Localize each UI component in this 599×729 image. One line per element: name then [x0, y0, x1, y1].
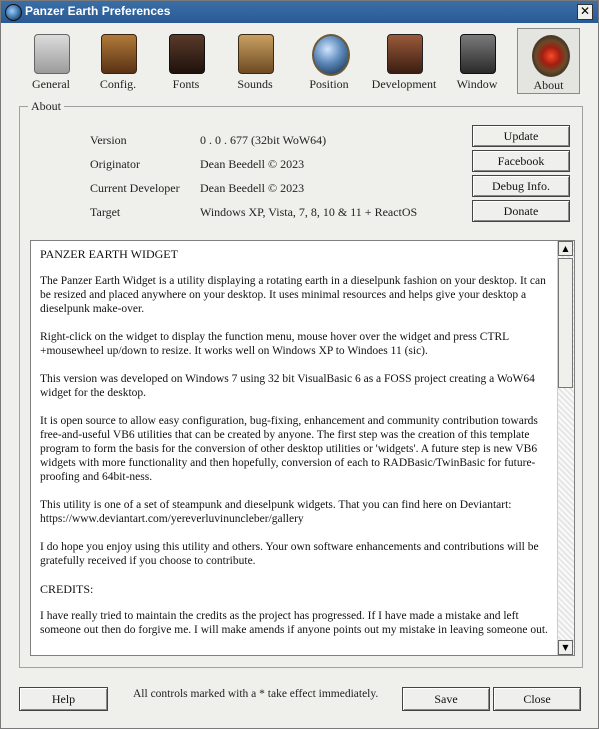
facebook-button[interactable]: Facebook — [472, 150, 570, 172]
scroll-down-button[interactable]: ▼ — [558, 640, 573, 655]
about-paragraph-5: This utility is one of a set of steampun… — [40, 499, 512, 525]
about-paragraph-1: The Panzer Earth Widget is a utility dis… — [40, 275, 546, 315]
tab-about[interactable]: About — [517, 28, 580, 94]
tab-about-label: About — [533, 78, 564, 92]
globe-icon — [5, 4, 22, 21]
donate-button[interactable]: Donate — [472, 200, 570, 222]
update-button[interactable]: Update — [472, 125, 570, 147]
tab-development[interactable]: Development — [369, 28, 439, 94]
about-group: About Version 0 . 0 . 677 (32bit WoW64) … — [19, 99, 583, 668]
scroll-thumb[interactable] — [558, 258, 573, 388]
tab-sounds-label: Sounds — [237, 77, 273, 91]
tab-position-label: Position — [309, 77, 349, 91]
window-title: Panzer Earth Preferences — [25, 4, 171, 18]
sounds-icon — [238, 34, 274, 74]
about-group-label: About — [28, 99, 64, 114]
current-developer-label: Current Developer — [90, 181, 180, 195]
tab-window[interactable]: Window — [445, 28, 509, 94]
tab-development-label: Development — [371, 77, 437, 91]
target-label: Target — [90, 205, 121, 219]
save-button[interactable]: Save — [402, 687, 490, 711]
config-icon — [101, 34, 137, 74]
about-text-content: PANZER EARTH WIDGET The Panzer Earth Wid… — [40, 247, 550, 651]
tab-fonts-label: Fonts — [172, 77, 200, 91]
window-icon — [460, 34, 496, 74]
tab-sounds[interactable]: Sounds — [221, 28, 289, 94]
tab-position[interactable]: Position — [293, 28, 365, 94]
tab-config[interactable]: Config. — [85, 28, 151, 94]
about-paragraph-6: I do hope you enjoy using this utility a… — [40, 541, 539, 567]
version-label: Version — [90, 133, 127, 147]
originator-label: Originator — [90, 157, 140, 171]
window-close-button[interactable]: ✕ — [577, 4, 593, 20]
close-button[interactable]: Close — [493, 687, 581, 711]
originator-value: Dean Beedell © 2023 — [200, 157, 305, 171]
debug-info-button[interactable]: Debug Info. — [472, 175, 570, 197]
fonts-icon — [169, 34, 205, 74]
title-bar[interactable]: Panzer Earth Preferences ✕ — [1, 1, 598, 23]
help-button[interactable]: Help — [19, 687, 108, 711]
scroll-up-button[interactable]: ▲ — [558, 241, 573, 256]
preferences-toolbar: General Config. Fonts Sounds Position De… — [19, 28, 583, 98]
credits-heading: CREDITS: — [40, 582, 94, 596]
tab-config-label: Config. — [99, 77, 137, 91]
general-icon — [34, 34, 70, 74]
tab-window-label: Window — [456, 77, 498, 91]
text-scrollbar[interactable]: ▲ ▼ — [557, 241, 574, 655]
target-value: Windows XP, Vista, 7, 8, 10 & 11 + React… — [200, 205, 418, 219]
about-paragraph-3: This version was developed on Windows 7 … — [40, 373, 535, 399]
about-text-pane[interactable]: PANZER EARTH WIDGET The Panzer Earth Wid… — [30, 240, 575, 656]
preferences-window: Panzer Earth Preferences ✕ General Confi… — [0, 0, 599, 729]
version-value: 0 . 0 . 677 (32bit WoW64) — [200, 133, 327, 147]
position-icon — [312, 34, 350, 76]
footer-note: All controls marked with a * take effect… — [133, 688, 379, 700]
tab-fonts[interactable]: Fonts — [153, 28, 219, 94]
widget-heading: PANZER EARTH WIDGET — [40, 247, 178, 261]
tab-general[interactable]: General — [19, 28, 83, 94]
about-paragraph-2: Right-click on the widget to display the… — [40, 331, 509, 357]
about-paragraph-4: It is open source to allow easy configur… — [40, 415, 538, 483]
development-icon — [387, 34, 423, 74]
current-developer-value: Dean Beedell © 2023 — [200, 181, 305, 195]
about-icon — [531, 35, 570, 77]
tab-general-label: General — [32, 77, 70, 91]
about-paragraph-7: I have really tried to maintain the cred… — [40, 610, 548, 636]
